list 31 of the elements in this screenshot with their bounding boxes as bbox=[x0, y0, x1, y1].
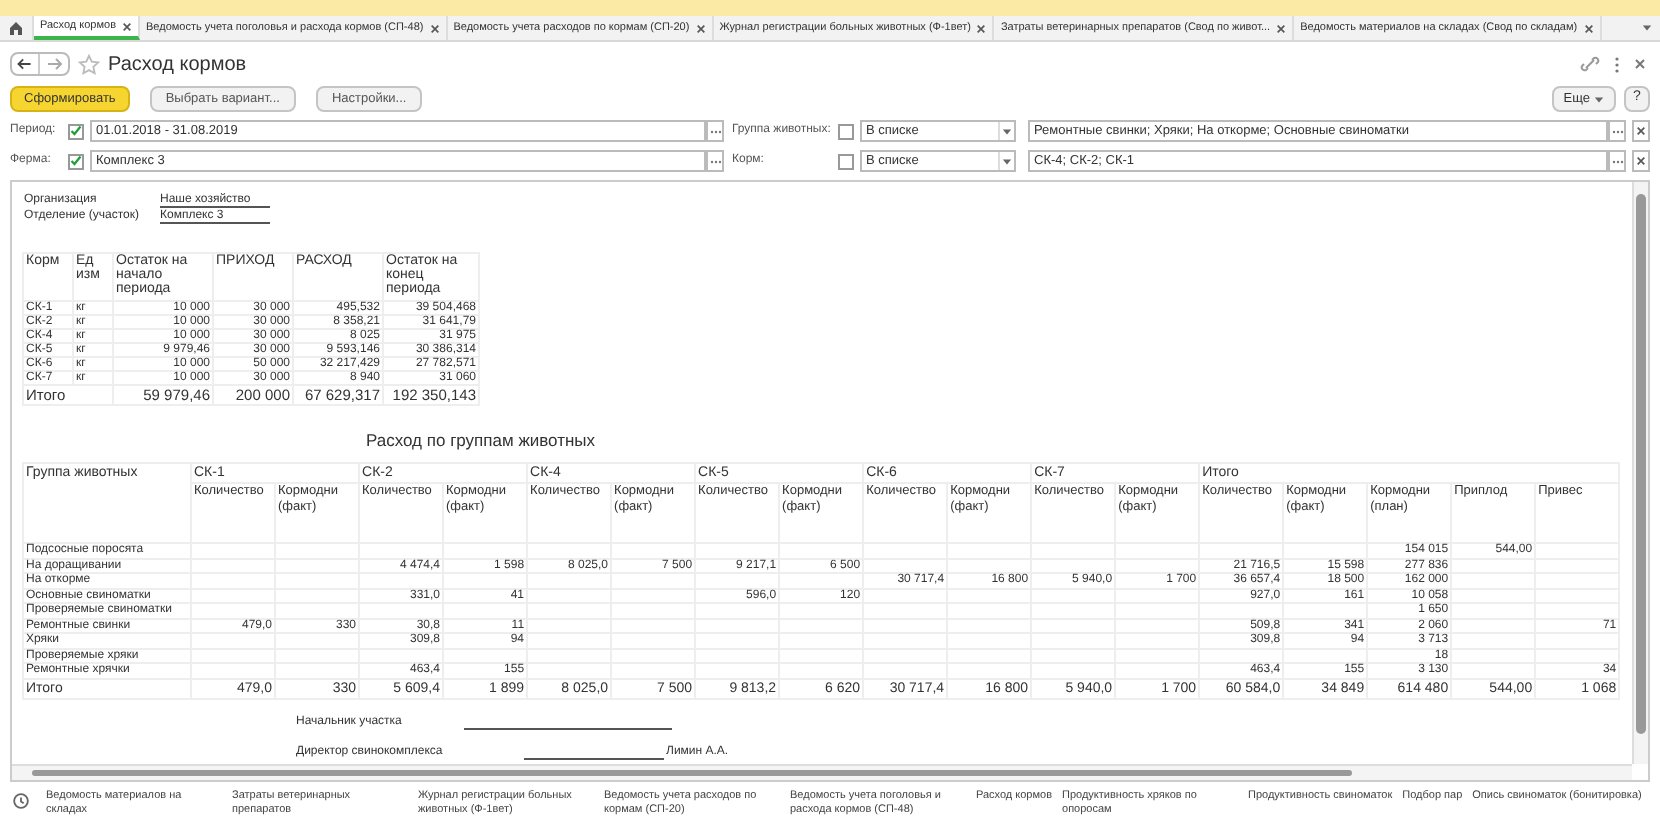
close-icon[interactable] bbox=[1583, 23, 1594, 33]
page-title: Расход кормов bbox=[108, 51, 247, 79]
select-button[interactable] bbox=[706, 150, 724, 172]
close-icon[interactable] bbox=[122, 21, 133, 31]
checkbox[interactable] bbox=[68, 123, 84, 139]
select-button[interactable] bbox=[706, 120, 724, 142]
select-button[interactable] bbox=[1608, 120, 1626, 142]
close-icon[interactable] bbox=[429, 23, 440, 33]
close-icon[interactable] bbox=[1276, 23, 1287, 33]
horizontal-scrollbar[interactable] bbox=[12, 764, 1632, 780]
checkbox[interactable] bbox=[68, 153, 84, 169]
clear-button[interactable] bbox=[1632, 120, 1650, 142]
clear-icon bbox=[1636, 126, 1646, 136]
close-icon[interactable] bbox=[1634, 58, 1646, 70]
back-icon[interactable] bbox=[12, 54, 40, 74]
clear-button[interactable] bbox=[1632, 150, 1650, 172]
select-button[interactable] bbox=[1608, 150, 1626, 172]
more-menu-icon[interactable] bbox=[1614, 55, 1620, 73]
star-icon[interactable] bbox=[78, 53, 100, 75]
caret-icon bbox=[1594, 95, 1604, 103]
caret-icon bbox=[1002, 127, 1012, 135]
checkbox[interactable] bbox=[838, 153, 854, 169]
vertical-scrollbar[interactable] bbox=[1632, 182, 1648, 764]
caret-icon bbox=[1002, 157, 1012, 165]
link-icon[interactable] bbox=[1580, 54, 1600, 74]
history-icon[interactable] bbox=[12, 792, 30, 810]
checkbox[interactable] bbox=[838, 123, 854, 139]
clear-icon bbox=[1636, 156, 1646, 166]
close-icon[interactable] bbox=[695, 23, 706, 33]
close-icon[interactable] bbox=[976, 23, 987, 33]
section-title: Расход по группам животных bbox=[366, 430, 598, 450]
